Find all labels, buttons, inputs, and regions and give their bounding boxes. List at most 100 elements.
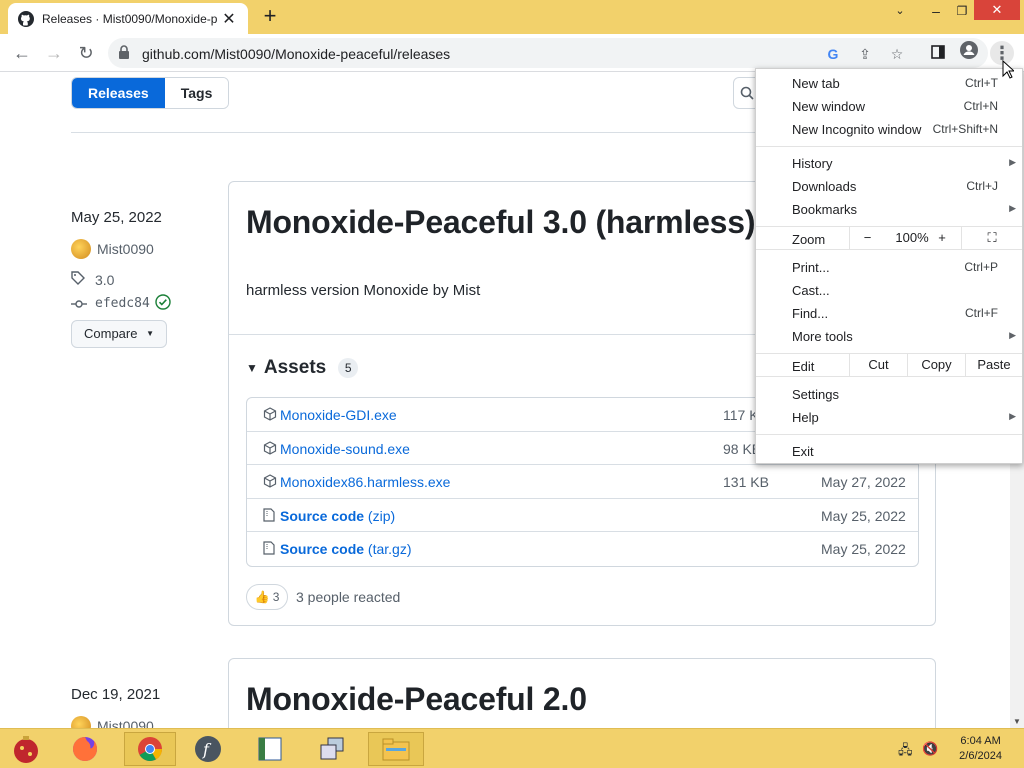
asset-link[interactable]: Monoxide-sound.exe bbox=[280, 441, 410, 457]
forward-arrow-icon[interactable]: → bbox=[42, 41, 66, 65]
flash-icon[interactable]: f bbox=[188, 732, 228, 766]
browser-titlebar: Releases · Mist0090/Monoxide-p ✕ + ⌄ – ❐… bbox=[0, 0, 1024, 34]
windows-stack-icon[interactable] bbox=[312, 732, 352, 766]
submenu-arrow-icon: ▶ bbox=[1009, 203, 1016, 213]
reload-icon[interactable]: ↻ bbox=[74, 41, 98, 65]
menu-item-print[interactable]: Print... Ctrl+P bbox=[756, 256, 1022, 279]
menu-item-more-tools[interactable]: More tools ▶ bbox=[756, 325, 1022, 348]
commit-hash[interactable]: efedc84 bbox=[95, 296, 150, 311]
lock-icon bbox=[118, 45, 132, 61]
menu-item-new-window[interactable]: New window Ctrl+N bbox=[756, 95, 1022, 118]
tab-search-icon[interactable]: ⌄ bbox=[884, 0, 916, 24]
assets-toggle[interactable]: ▼ Assets 5 bbox=[246, 357, 359, 379]
menu-item-settings[interactable]: Settings bbox=[756, 383, 1022, 406]
asset-row: Source code (tar.gz) May 25, 2022 bbox=[247, 532, 918, 566]
tag-name[interactable]: 3.0 bbox=[95, 272, 114, 288]
reactions: 👍 3 3 people reacted bbox=[246, 584, 400, 610]
menu-label: Bookmarks bbox=[792, 202, 858, 217]
side-panel-icon[interactable] bbox=[926, 41, 950, 65]
tab-close-icon[interactable]: ✕ bbox=[220, 9, 238, 29]
release-title[interactable]: Monoxide-Peaceful 2.0 bbox=[246, 681, 587, 718]
notebook-icon[interactable] bbox=[250, 732, 290, 766]
release-commit[interactable]: efedc84 bbox=[71, 294, 171, 313]
menu-item-history[interactable]: History ▶ bbox=[756, 152, 1022, 175]
profile-icon[interactable] bbox=[957, 41, 981, 65]
menu-item-help[interactable]: Help ▶ bbox=[756, 406, 1022, 429]
release-author[interactable]: Mist0090 bbox=[71, 239, 154, 259]
menu-shortcut: Ctrl+T bbox=[965, 76, 998, 90]
menu-item-downloads[interactable]: Downloads Ctrl+J bbox=[756, 175, 1022, 198]
menu-label: Cast... bbox=[792, 283, 830, 298]
asset-link[interactable]: Source code (zip) bbox=[280, 508, 395, 524]
assets-heading: Assets bbox=[263, 357, 327, 378]
compare-button[interactable]: Compare ▼ bbox=[71, 320, 167, 348]
menu-shortcut: Ctrl+N bbox=[963, 99, 998, 113]
submenu-arrow-icon: ▶ bbox=[1009, 411, 1016, 421]
address-bar[interactable]: github.com/Mist0090/Monoxide-peaceful/re… bbox=[108, 38, 988, 68]
tab-tags[interactable]: Tags bbox=[164, 78, 229, 108]
submenu-arrow-icon: ▶ bbox=[1009, 330, 1016, 340]
search-icon bbox=[740, 86, 754, 100]
menu-label: Zoom bbox=[792, 232, 826, 247]
menu-zoom-row: Zoom − 100% + ⛶ bbox=[756, 226, 1022, 250]
asset-link[interactable]: Source code (tar.gz) bbox=[280, 541, 412, 557]
release-author[interactable]: Mist0090 bbox=[71, 716, 154, 728]
verified-check-icon[interactable] bbox=[155, 294, 171, 313]
share-icon[interactable]: ⇪ bbox=[856, 45, 874, 63]
windows-taskbar: f 🖧 🔇 6:04 AM 2/6/2024 bbox=[0, 728, 1024, 768]
menu-label: Find... bbox=[792, 306, 829, 321]
menu-item-incognito[interactable]: New Incognito window Ctrl+Shift+N bbox=[756, 118, 1022, 141]
menu-item-find[interactable]: Find... Ctrl+F bbox=[756, 302, 1022, 325]
zoom-in-button[interactable]: + bbox=[927, 227, 957, 249]
asset-name: Source code bbox=[280, 541, 365, 558]
new-tab-button[interactable]: + bbox=[258, 5, 282, 29]
firefox-icon[interactable] bbox=[65, 732, 105, 766]
menu-shortcut: Ctrl+F bbox=[965, 306, 998, 320]
submenu-arrow-icon: ▶ bbox=[1009, 157, 1016, 167]
menu-label: More tools bbox=[792, 329, 853, 344]
cut-button[interactable]: Cut bbox=[849, 354, 907, 376]
menu-item-cast[interactable]: Cast... bbox=[756, 279, 1022, 302]
mouse-cursor-icon bbox=[1002, 59, 1016, 85]
chrome-taskbar-icon[interactable] bbox=[124, 732, 176, 766]
ornament-icon bbox=[14, 736, 38, 763]
release-title[interactable]: Monoxide-Peaceful 3.0 (harmless) bbox=[246, 204, 756, 241]
menu-item-new-tab[interactable]: New tab Ctrl+T bbox=[756, 72, 1022, 95]
caret-down-icon: ▼ bbox=[146, 329, 154, 338]
scroll-down-icon[interactable]: ▼ bbox=[1013, 717, 1021, 726]
copy-button[interactable]: Copy bbox=[907, 354, 965, 376]
menu-item-exit[interactable]: Exit bbox=[756, 440, 1022, 463]
asset-suffix: (tar.gz) bbox=[364, 541, 412, 558]
release-tag[interactable]: 3.0 bbox=[71, 271, 114, 288]
clock-date: 2/6/2024 bbox=[959, 750, 1002, 762]
paste-button[interactable]: Paste bbox=[965, 354, 1022, 376]
network-icon[interactable]: 🖧 bbox=[898, 741, 913, 763]
file-explorer-icon[interactable] bbox=[368, 732, 424, 766]
google-icon[interactable]: G bbox=[824, 45, 842, 63]
chrome-menu: New tab Ctrl+T New window Ctrl+N New Incog… bbox=[755, 68, 1023, 464]
asset-suffix: (zip) bbox=[364, 507, 396, 524]
back-arrow-icon[interactable]: ← bbox=[10, 41, 34, 65]
close-window-button[interactable]: ✕ bbox=[974, 0, 1020, 20]
volume-muted-icon[interactable]: 🔇 bbox=[922, 741, 938, 757]
menu-label: Settings bbox=[792, 387, 839, 402]
start-button[interactable] bbox=[6, 732, 46, 766]
menu-separator bbox=[756, 434, 1022, 435]
browser-toolbar: ← → ↻ github.com/Mist0090/Monoxide-peace… bbox=[0, 34, 1024, 72]
browser-tab[interactable]: Releases · Mist0090/Monoxide-p ✕ bbox=[8, 3, 248, 34]
author-name[interactable]: Mist0090 bbox=[97, 718, 154, 728]
fullscreen-icon[interactable]: ⛶ bbox=[961, 227, 1022, 249]
menu-item-bookmarks[interactable]: Bookmarks ▶ bbox=[756, 198, 1022, 221]
menu-label: Downloads bbox=[792, 179, 857, 194]
bookmark-star-icon[interactable]: ☆ bbox=[888, 45, 906, 63]
tab-releases[interactable]: Releases bbox=[72, 78, 165, 108]
asset-link[interactable]: Monoxidex86.harmless.exe bbox=[280, 474, 450, 490]
github-icon bbox=[18, 10, 34, 27]
asset-date: May 27, 2022 bbox=[821, 474, 906, 491]
menu-label: New Incognito window bbox=[792, 122, 922, 137]
asset-link[interactable]: Monoxide-GDI.exe bbox=[280, 407, 397, 423]
author-name[interactable]: Mist0090 bbox=[97, 241, 154, 257]
zoom-out-button[interactable]: − bbox=[849, 227, 885, 249]
reaction-button[interactable]: 👍 3 bbox=[246, 584, 288, 610]
system-clock[interactable]: 6:04 AM 2/6/2024 bbox=[959, 734, 1002, 764]
